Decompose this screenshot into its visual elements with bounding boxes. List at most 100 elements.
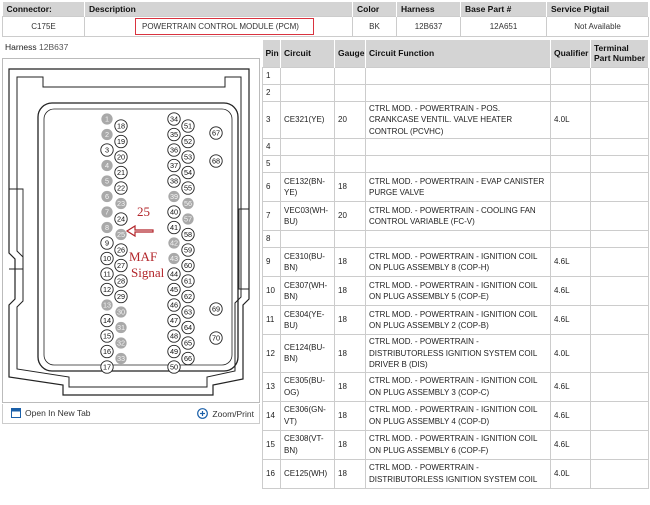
pin-16[interactable]: 16 (100, 344, 114, 359)
pin-69[interactable]: 69 (209, 302, 223, 316)
pin-63[interactable]: 63 (181, 305, 195, 319)
pin-number: 44 (170, 270, 178, 279)
pin-cell-terminal (590, 138, 649, 156)
pin-number: 34 (170, 115, 178, 124)
open-in-new-tab-link[interactable]: Open In New Tab (11, 408, 91, 418)
pin-22[interactable]: 22 (114, 181, 128, 195)
pin-66[interactable]: 66 (181, 351, 195, 366)
connector-diagram[interactable]: 1 2 3 4 5 6 7 8 9 10 11 12 13 14 15 16 17 18 19 20 21 22 23 24 2… (2, 58, 260, 403)
pin-59[interactable]: 59 (181, 243, 195, 257)
pin-12[interactable]: 12 (100, 282, 114, 297)
pin-4[interactable]: 4 (101, 159, 113, 172)
pin-35[interactable]: 35 (167, 127, 181, 142)
pin-15[interactable]: 15 (100, 329, 114, 343)
pin-cell-function (365, 66, 551, 85)
pin-cell-terminal (590, 83, 649, 102)
connector-table-header: Connector: Description Color Harness Bas… (2, 2, 649, 16)
pin-47[interactable]: 47 (167, 313, 181, 328)
pin-32[interactable]: 32 (115, 337, 127, 349)
pin-19[interactable]: 19 (114, 134, 128, 149)
pin-65[interactable]: 65 (181, 336, 195, 350)
pin-2[interactable]: 2 (101, 128, 113, 141)
pin-number: 37 (170, 161, 178, 170)
pin-51[interactable]: 51 (181, 119, 195, 133)
pin-64[interactable]: 64 (181, 320, 195, 335)
harness-label-text: Harness (5, 42, 37, 52)
pin-44[interactable]: 44 (167, 267, 181, 281)
pin-46[interactable]: 46 (167, 298, 181, 312)
pin-37[interactable]: 37 (167, 158, 181, 173)
pin-1[interactable]: 1 (101, 113, 113, 125)
pin-41[interactable]: 41 (167, 220, 181, 235)
pin-cell-circuit: CE304(YE-BU) (280, 305, 335, 335)
pin-number: 59 (184, 246, 192, 255)
pin-52[interactable]: 52 (181, 134, 195, 149)
pin-58[interactable]: 58 (181, 227, 195, 242)
pin-18[interactable]: 18 (114, 119, 128, 133)
pin-cell-qualifier (550, 155, 591, 173)
pin-36[interactable]: 36 (167, 143, 181, 157)
pin-8[interactable]: 8 (101, 221, 113, 234)
pin-20[interactable]: 20 (114, 150, 128, 164)
pin-10[interactable]: 10 (100, 251, 114, 266)
pin-17[interactable]: 17 (100, 360, 114, 374)
pin-cell-gauge (334, 138, 366, 156)
pin-number: 17 (103, 363, 111, 372)
pin-50[interactable]: 50 (167, 360, 181, 374)
pin-53[interactable]: 53 (181, 150, 195, 164)
pin-25[interactable]: 25 (115, 228, 127, 241)
pin-43[interactable]: 43 (168, 252, 180, 265)
pin-23[interactable]: 23 (115, 197, 127, 210)
pin-48[interactable]: 48 (167, 329, 181, 343)
pin-54[interactable]: 54 (181, 165, 195, 180)
pin-31[interactable]: 31 (115, 321, 127, 334)
pin-cell-pin: 15 (262, 429, 281, 460)
zoom-print-link[interactable]: Zoom/Print (197, 408, 254, 419)
pin-cell-terminal (590, 247, 649, 277)
pin-cell-gauge: 20 (334, 201, 366, 231)
pin-26[interactable]: 26 (114, 243, 128, 257)
pin-cell-pin: 14 (262, 400, 281, 431)
harness-label: Harness 12B637 (5, 42, 68, 52)
pin-21[interactable]: 21 (114, 165, 128, 180)
pin-number: 3 (105, 146, 109, 155)
pin-28[interactable]: 28 (114, 274, 128, 288)
pin-24[interactable]: 24 (114, 212, 128, 226)
pin-62[interactable]: 62 (181, 289, 195, 304)
pin-14[interactable]: 14 (100, 313, 114, 328)
pin-cell-circuit: CE308(VT-BN) (280, 429, 335, 460)
pin-56[interactable]: 56 (182, 197, 194, 210)
pin-60[interactable]: 60 (181, 258, 195, 273)
pin-5[interactable]: 5 (101, 175, 113, 187)
pin-11[interactable]: 11 (100, 267, 114, 281)
connector-description-cell: POWERTRAIN CONTROL MODULE (PCM) (84, 15, 353, 37)
pin-table-body: 1 2 3 CE321(YE) 20 CTRL MOD. - POWERTRAIN - P… (262, 66, 649, 489)
pin-3[interactable]: 3 (100, 143, 114, 157)
pin-55[interactable]: 55 (181, 181, 195, 195)
pin-38[interactable]: 38 (167, 174, 181, 188)
pin-number: 58 (184, 230, 192, 239)
pin-40[interactable]: 40 (167, 205, 181, 219)
highlighted-description: POWERTRAIN CONTROL MODULE (PCM) (135, 17, 314, 35)
pin-34[interactable]: 34 (167, 112, 181, 126)
pin-45[interactable]: 45 (167, 282, 181, 297)
pin-42[interactable]: 42 (168, 237, 180, 249)
pin-49[interactable]: 49 (167, 344, 181, 359)
pin-68[interactable]: 68 (209, 154, 223, 168)
pin-9[interactable]: 9 (100, 236, 114, 250)
pin-57[interactable]: 57 (182, 213, 194, 225)
pin-33[interactable]: 33 (115, 352, 127, 365)
pin-70[interactable]: 70 (209, 331, 223, 345)
pin-cell-function (365, 138, 551, 156)
pin-7[interactable]: 7 (101, 206, 113, 218)
pin-30[interactable]: 30 (115, 306, 127, 318)
pin-67[interactable]: 67 (209, 126, 223, 140)
pin-6[interactable]: 6 (101, 190, 113, 203)
pin-cell-circuit: CE310(BU-BN) (280, 247, 335, 277)
pin-27[interactable]: 27 (114, 258, 128, 273)
pin-number: 57 (184, 215, 192, 224)
pin-61[interactable]: 61 (181, 274, 195, 288)
pin-13[interactable]: 13 (101, 299, 113, 311)
pin-29[interactable]: 29 (114, 289, 128, 304)
pin-39[interactable]: 39 (168, 190, 180, 203)
